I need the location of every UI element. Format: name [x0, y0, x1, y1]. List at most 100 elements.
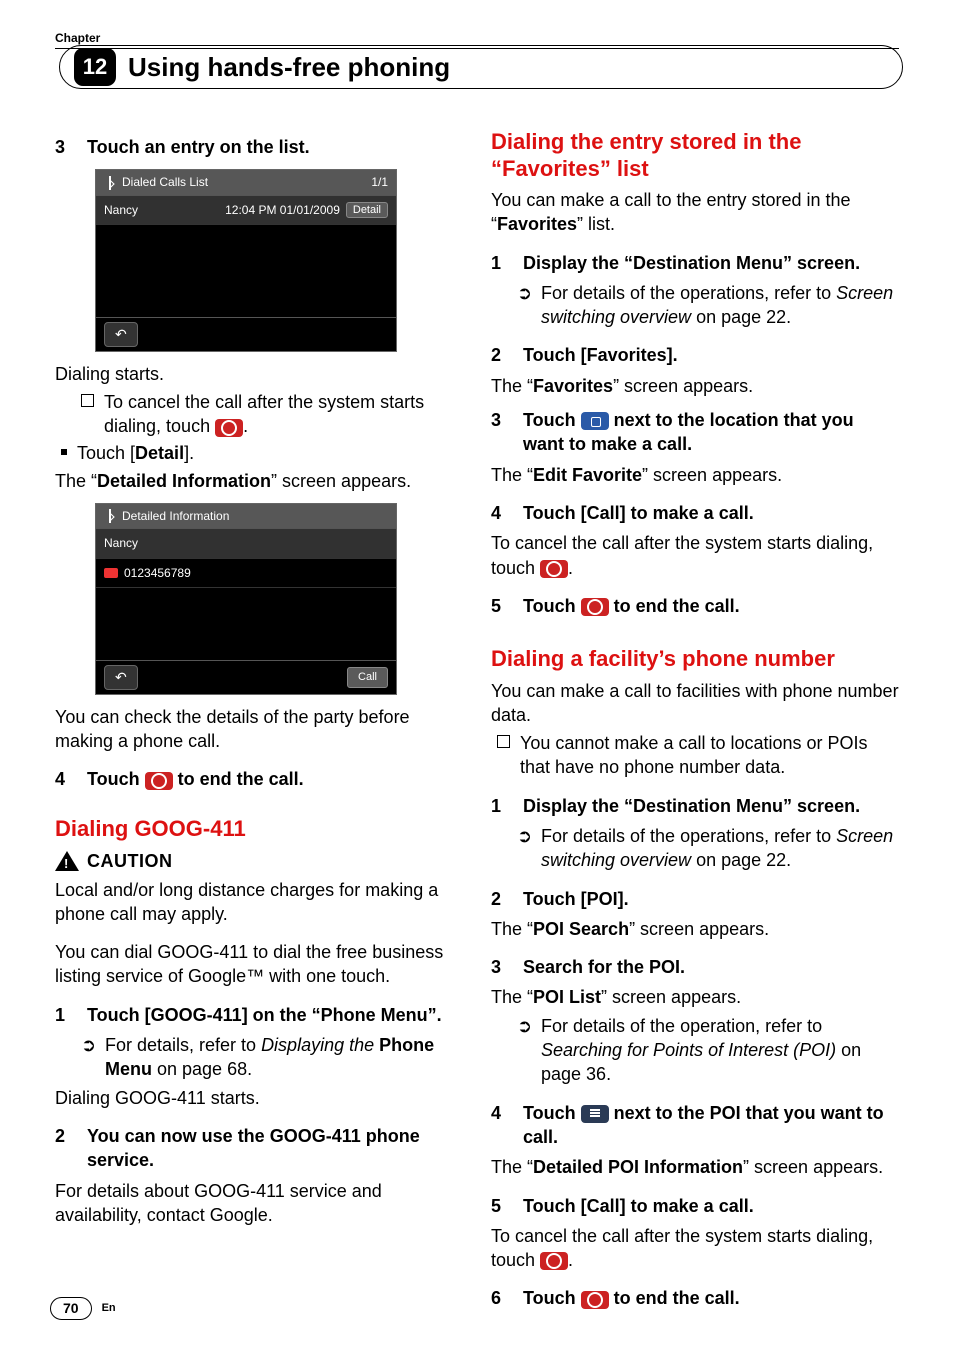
step-text: Touch [POI]. — [523, 887, 629, 911]
step-number: 2 — [491, 343, 509, 367]
call-list-row[interactable]: Nancy 12:04 PM 01/01/2009 Detail — [96, 196, 396, 225]
chapter-label: Chapter — [55, 30, 899, 46]
body-text: The “Detailed Information” screen appear… — [55, 469, 463, 493]
step-text: Touch [Call] to make a call. — [523, 501, 754, 525]
step-number: 1 — [491, 794, 509, 818]
step-text: Touch to end the call. — [523, 1286, 740, 1310]
body-text: The “Edit Favorite” screen appears. — [491, 463, 899, 487]
list-icon — [581, 1105, 609, 1123]
body-text: You can dial GOOG-411 to dial the free b… — [55, 940, 463, 989]
call-name: Nancy — [104, 202, 138, 218]
ref-icon: ➲ — [517, 281, 531, 330]
step-text: Touch an entry on the list. — [87, 135, 310, 159]
body-text: Dialing GOOG-411 starts. — [55, 1086, 463, 1110]
ss-empty-area — [96, 588, 396, 660]
step-text: Touch to end the call. — [87, 767, 304, 791]
body-text: The “Detailed POI Information” screen ap… — [491, 1155, 899, 1179]
ref-text: For details of the operations, refer to … — [541, 824, 899, 873]
step-text: Touch next to the location that you want… — [523, 408, 899, 457]
step-number: 5 — [491, 1194, 509, 1218]
page-language: En — [102, 1301, 116, 1316]
step-number: 3 — [491, 408, 509, 457]
body-text: The “POI List” screen appears. — [491, 985, 899, 1009]
dial-icon — [581, 412, 609, 430]
step-text: Search for the POI. — [523, 955, 685, 979]
phone-tiny-icon — [104, 568, 118, 578]
detail-number: 0123456789 — [124, 565, 191, 581]
body-text: You can make a call to the entry stored … — [491, 188, 899, 237]
ss-empty-area — [96, 225, 396, 317]
hangup-icon — [581, 598, 609, 616]
step-number: 2 — [55, 1124, 73, 1173]
bluetooth-icon — [104, 509, 116, 523]
note-icon — [497, 735, 510, 748]
detail-number-row: 0123456789 — [96, 559, 396, 588]
section-heading: Dialing a facility’s phone number — [491, 646, 899, 672]
step-number: 3 — [55, 135, 73, 159]
ss-title: Detailed Information — [122, 508, 229, 524]
screenshot-dialed-calls: Dialed Calls List 1/1 Nancy 12:04 PM 01/… — [95, 169, 397, 351]
step-text: Display the “Destination Menu” screen. — [523, 251, 860, 275]
step-text: Touch next to the POI that you want to c… — [523, 1101, 899, 1150]
step-number: 1 — [55, 1003, 73, 1027]
ref-text: For details of the operations, refer to … — [541, 281, 899, 330]
step-number: 1 — [491, 251, 509, 275]
back-button[interactable]: ↶ — [104, 322, 138, 347]
ref-icon: ➲ — [517, 1014, 531, 1087]
hangup-icon — [145, 772, 173, 790]
note-text: To cancel the call after the system star… — [104, 390, 463, 439]
step-text: Touch [Favorites]. — [523, 343, 678, 367]
note-text: You cannot make a call to locations or P… — [520, 731, 899, 780]
page-number: 70 — [50, 1297, 92, 1320]
step-number: 6 — [491, 1286, 509, 1310]
hangup-icon — [581, 1291, 609, 1309]
chapter-number-badge: 12 — [74, 48, 116, 86]
hangup-icon — [540, 1252, 568, 1270]
body-text: The “POI Search” screen appears. — [491, 917, 899, 941]
detail-name: Nancy — [96, 529, 396, 558]
step-text: Display the “Destination Menu” screen. — [523, 794, 860, 818]
body-text: You can make a call to facilities with p… — [491, 679, 899, 728]
screenshot-detailed-info: Detailed Information Nancy 0123456789 ↶ C… — [95, 503, 397, 694]
right-column: Dialing the entry stored in the “Favorit… — [491, 129, 899, 1317]
caution-icon — [55, 851, 79, 871]
ref-icon: ➲ — [81, 1033, 95, 1082]
call-button[interactable]: Call — [347, 667, 388, 688]
body-text: To cancel the call after the system star… — [491, 1224, 899, 1273]
bullet-text: Touch [Detail]. — [77, 441, 194, 465]
ref-text: For details of the operation, refer to S… — [541, 1014, 899, 1087]
ref-text: For details, refer to Displaying the Pho… — [105, 1033, 463, 1082]
step-number: 4 — [491, 501, 509, 525]
detail-button[interactable]: Detail — [346, 202, 388, 218]
section-heading: Dialing GOOG-411 — [55, 814, 463, 844]
step-number: 3 — [491, 955, 509, 979]
body-text: To cancel the call after the system star… — [491, 531, 899, 580]
caution-label: CAUTION — [87, 849, 173, 873]
page-footer: 70 En — [50, 1297, 116, 1320]
body-text: Dialing starts. — [55, 362, 463, 386]
note-icon — [81, 394, 94, 407]
chapter-title: Using hands-free phoning — [128, 50, 450, 85]
step-text: Touch [Call] to make a call. — [523, 1194, 754, 1218]
bullet-icon — [61, 449, 67, 455]
step-text: Touch [GOOG-411] on the “Phone Menu”. — [87, 1003, 442, 1027]
bluetooth-icon — [104, 176, 116, 190]
call-time: 12:04 PM 01/01/2009 — [225, 202, 340, 218]
step-number: 5 — [491, 594, 509, 618]
left-column: 3 Touch an entry on the list. Dialed Call… — [55, 129, 463, 1317]
chapter-header: 12 Using hands-free phoning — [59, 45, 903, 89]
ss-title: Dialed Calls List — [122, 174, 208, 190]
body-text: Local and/or long distance charges for m… — [55, 878, 463, 927]
back-button[interactable]: ↶ — [104, 665, 138, 690]
step-number: 4 — [55, 767, 73, 791]
ss-pagecount: 1/1 — [371, 174, 388, 190]
section-heading: Dialing the entry stored in the “Favorit… — [491, 129, 899, 182]
step-number: 2 — [491, 887, 509, 911]
step-text: You can now use the GOOG-411 phone servi… — [87, 1124, 463, 1173]
step-number: 4 — [491, 1101, 509, 1150]
hangup-icon — [540, 560, 568, 578]
ref-icon: ➲ — [517, 824, 531, 873]
body-text: You can check the details of the party b… — [55, 705, 463, 754]
body-text: For details about GOOG-411 service and a… — [55, 1179, 463, 1228]
step-text: Touch to end the call. — [523, 594, 740, 618]
